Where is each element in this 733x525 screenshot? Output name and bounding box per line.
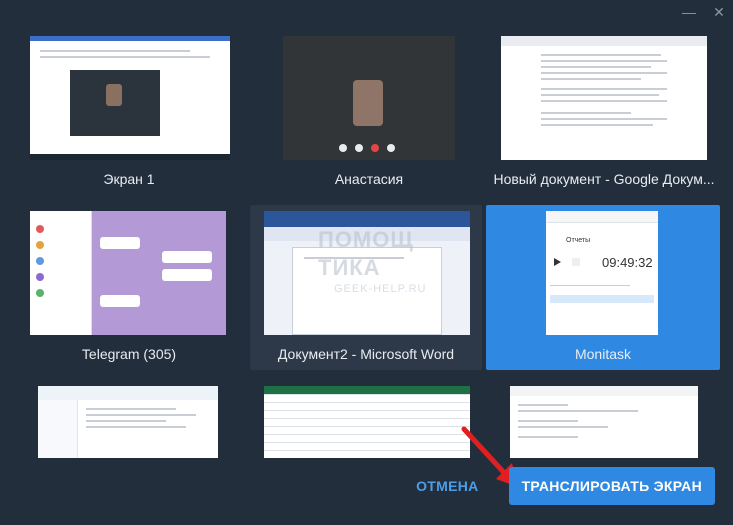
monitask-tab: Отчеты	[566, 237, 591, 244]
source-thumbnail	[30, 36, 230, 160]
source-thumbnail	[510, 386, 698, 458]
source-explorer[interactable]	[18, 378, 240, 458]
source-telegram[interactable]: Telegram (305)	[18, 205, 240, 370]
share-screen-button[interactable]: ТРАНСЛИРОВАТЬ ЭКРАН	[508, 467, 715, 505]
source-thumbnail	[283, 36, 455, 160]
source-label: Новый документ - Google Докум...	[493, 171, 715, 187]
source-thumbnail	[501, 36, 707, 160]
source-monitask[interactable]: Отчеты 09:49:32 Monitask	[486, 205, 720, 370]
source-google-doc[interactable]: Новый документ - Google Докум...	[487, 26, 721, 196]
source-excel[interactable]	[250, 378, 482, 458]
monitask-timer: 09:49:32	[602, 255, 653, 270]
source-thumbnail	[264, 386, 470, 458]
source-label: Telegram (305)	[81, 346, 177, 362]
cancel-button[interactable]: ОТМЕНА	[416, 478, 478, 494]
watermark-line-2: ТИКА	[318, 255, 381, 280]
screen-share-dialog: — ✕ Экран 1 Анастасия Новый документ - G…	[0, 0, 733, 525]
source-label: Monitask	[574, 346, 632, 362]
close-icon[interactable]: ✕	[711, 4, 727, 20]
watermark-line-1: ПОМОЩ	[318, 227, 414, 252]
source-screen-1[interactable]: Экран 1	[18, 26, 240, 196]
watermark-line-3: GEEK-HELP.RU	[334, 283, 427, 295]
window-controls: — ✕	[681, 4, 727, 20]
source-label: Документ2 - Microsoft Word	[277, 346, 455, 362]
source-thumbnail	[30, 211, 226, 335]
source-thumbnail	[38, 386, 218, 458]
minimize-icon[interactable]: —	[681, 4, 697, 20]
source-thumbnail: Отчеты 09:49:32	[546, 211, 658, 335]
source-label: Анастасия	[334, 171, 404, 187]
source-anastasia[interactable]: Анастасия	[258, 26, 480, 196]
dialog-footer: ОТМЕНА ТРАНСЛИРОВАТЬ ЭКРАН	[416, 467, 715, 505]
source-label: Экран 1	[103, 171, 155, 187]
source-word[interactable]: ПОМОЩ ТИКА GEEK-HELP.RU Документ2 - Micr…	[250, 205, 482, 370]
